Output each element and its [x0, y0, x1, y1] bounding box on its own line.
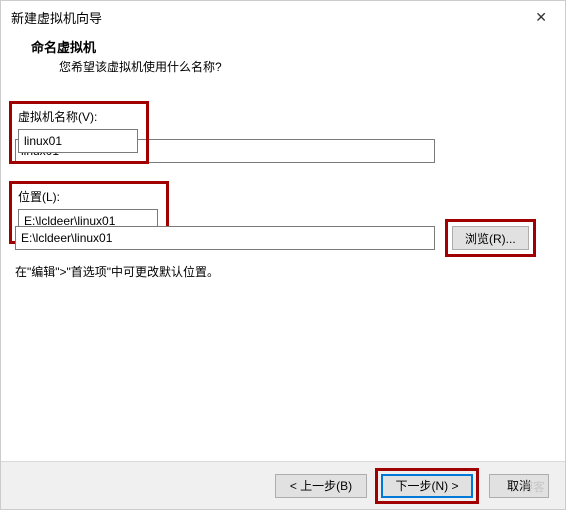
window-title: 新建虚拟机向导	[11, 8, 102, 27]
highlight-next: 下一步(N) >	[375, 468, 479, 504]
location-hint: 在"编辑">"首选项"中可更改默认位置。	[15, 263, 551, 280]
vm-name-label: 虚拟机名称(V):	[18, 108, 140, 125]
wizard-footer: < 上一步(B) 下一步(N) > 取消	[1, 461, 565, 509]
vm-location-label: 位置(L):	[18, 188, 160, 205]
vm-name-input[interactable]	[18, 129, 138, 153]
highlight-vm-name: 虚拟机名称(V):	[9, 101, 149, 164]
wizard-header: 命名虚拟机 您希望该虚拟机使用什么名称?	[1, 31, 565, 89]
browse-button[interactable]: 浏览(R)...	[452, 226, 529, 250]
back-button[interactable]: < 上一步(B)	[275, 474, 367, 498]
wizard-content: 虚拟机名称(V): 位置(L): 浏览(R)... 在"编辑">"首选项"中可更…	[1, 89, 565, 280]
title-bar: 新建虚拟机向导 ✕	[1, 1, 565, 31]
vm-location-input[interactable]	[15, 226, 435, 250]
vm-name-group: 虚拟机名称(V):	[15, 101, 551, 163]
close-icon[interactable]: ✕	[527, 7, 555, 28]
cancel-button[interactable]: 取消	[489, 474, 549, 498]
highlight-browse: 浏览(R)...	[445, 219, 536, 257]
next-button[interactable]: 下一步(N) >	[381, 474, 473, 498]
vm-location-group: 位置(L): 浏览(R)... 在"编辑">"首选项"中可更改默认位置。	[15, 181, 551, 280]
page-title: 命名虚拟机	[31, 37, 555, 56]
page-subtitle: 您希望该虚拟机使用什么名称?	[31, 58, 555, 75]
